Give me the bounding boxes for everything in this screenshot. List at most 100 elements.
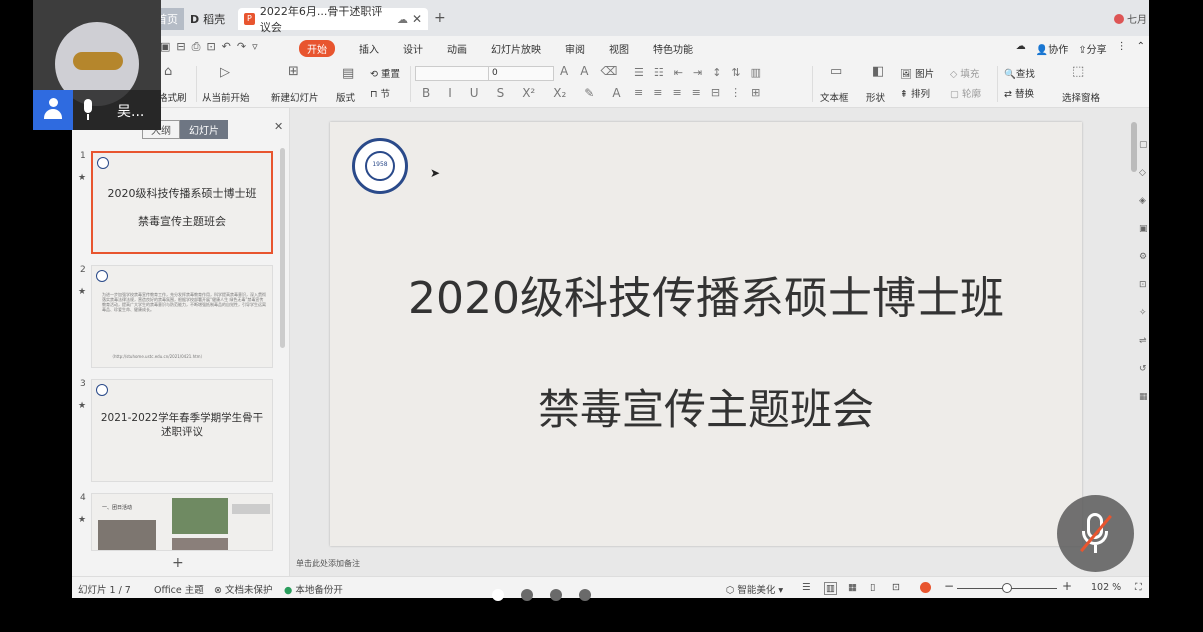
format-icon[interactable]: ◈: [1139, 196, 1146, 206]
outline-button[interactable]: ▢ 轮廓: [950, 86, 981, 100]
shape-label[interactable]: 形状: [866, 90, 885, 104]
participant-video-tile[interactable]: 吴...: [33, 0, 161, 130]
menu-animation[interactable]: 动画: [447, 41, 467, 56]
backup-icon[interactable]: ⊡: [1139, 280, 1147, 290]
undo-icon[interactable]: ↶: [222, 40, 231, 54]
strikethrough-icon[interactable]: S: [497, 86, 505, 100]
close-panel-icon[interactable]: ✕: [274, 120, 283, 133]
save-icon[interactable]: ▣: [160, 40, 170, 54]
new-slide-icon[interactable]: ⊞: [288, 64, 299, 79]
panel-scrollbar[interactable]: [280, 148, 285, 348]
format-painter-label[interactable]: 格式刷: [158, 90, 187, 104]
section-button[interactable]: ⊓ 节: [370, 86, 390, 100]
replace-button[interactable]: ⇄ 替换: [1004, 86, 1034, 100]
redo-icon[interactable]: ↷: [237, 40, 246, 54]
clear-format-icon[interactable]: ⌫: [600, 64, 617, 78]
increase-indent-icon[interactable]: ⇥: [693, 66, 702, 79]
menu-features[interactable]: 特色功能: [653, 41, 693, 56]
backup-status[interactable]: ● 本地备份开: [284, 582, 343, 596]
history-icon[interactable]: ↺: [1139, 364, 1147, 374]
thumbnail-image[interactable]: 2021-2022学年春季学期学生骨干 述职评议: [91, 379, 273, 482]
sorter-view-icon[interactable]: ▦: [848, 582, 857, 593]
select-pane-icon[interactable]: ⬚: [1072, 64, 1084, 79]
print-icon[interactable]: ⎙: [192, 40, 201, 54]
play-from-current-icon[interactable]: ▷: [220, 65, 230, 80]
text-direction-icon[interactable]: ⇅: [731, 66, 740, 79]
pager-dot-1[interactable]: [492, 589, 504, 601]
pager-dot-2[interactable]: [521, 589, 533, 601]
magic-icon[interactable]: ✧: [1139, 308, 1147, 318]
menu-design[interactable]: 设计: [403, 41, 423, 56]
textbox-label[interactable]: 文本框: [820, 90, 849, 104]
smart-art-icon[interactable]: ⊞: [751, 86, 760, 99]
zoom-out-icon[interactable]: −: [944, 579, 954, 593]
distribute-icon[interactable]: ⊟: [711, 86, 720, 99]
tab-slides[interactable]: 幻灯片: [180, 120, 228, 139]
property-icon[interactable]: ▢: [1139, 140, 1148, 150]
mute-microphone-button[interactable]: [1057, 495, 1134, 572]
animation-icon[interactable]: ◇: [1139, 168, 1146, 178]
play-from-current-label[interactable]: 从当前开始: [202, 90, 250, 104]
tab-document[interactable]: P 2022年6月...骨干述职评议会 ☁ ✕: [238, 5, 428, 34]
thumbnail-image[interactable]: 为进一步加强学校禁毒宣传教育工作，充分发挥禁毒教育作用，科学提高禁毒意识，深入贯…: [91, 265, 273, 368]
collaborate-button[interactable]: 👤协作: [1036, 41, 1068, 56]
fit-window-icon[interactable]: ⛶: [1135, 582, 1142, 593]
shadow-icon[interactable]: X²: [522, 86, 535, 100]
menu-review[interactable]: 审阅: [565, 41, 585, 56]
cloud-sync-icon[interactable]: ☁: [1016, 41, 1026, 56]
layout-icon[interactable]: ▤: [342, 66, 354, 81]
current-slide[interactable]: 1958 2020级科技传播系硕士博士班 禁毒宣传主题班会 ➤: [330, 122, 1082, 546]
normal-view-icon[interactable]: ▥: [824, 582, 837, 595]
reset-button[interactable]: ⟲ 重置: [370, 66, 400, 80]
preview-icon[interactable]: ⊡: [206, 40, 215, 54]
vertical-align-icon[interactable]: ⋮: [730, 86, 741, 99]
shape-icon[interactable]: ◧: [872, 64, 884, 79]
format-painter-icon[interactable]: ⌂: [164, 64, 172, 79]
adjust-icon[interactable]: ⇌: [1139, 336, 1147, 346]
justify-icon[interactable]: ≡: [692, 86, 701, 99]
notes-placeholder[interactable]: 单击此处添加备注: [296, 558, 360, 569]
line-spacing-icon[interactable]: ↕: [712, 66, 721, 79]
layout-label[interactable]: 版式: [336, 90, 355, 104]
font-family-select[interactable]: [415, 66, 489, 81]
pager-dot-3[interactable]: [550, 589, 562, 601]
close-tab-icon[interactable]: ✕: [412, 12, 422, 26]
new-slide-label[interactable]: 新建幻灯片: [271, 90, 319, 104]
zoom-level[interactable]: 102 %: [1091, 582, 1121, 593]
bullet-list-icon[interactable]: ☰: [634, 66, 644, 79]
font-size-select[interactable]: 0: [488, 66, 554, 81]
user-account[interactable]: 七月: [1114, 11, 1147, 26]
menu-insert[interactable]: 插入: [359, 41, 379, 56]
numbered-list-icon[interactable]: ☷: [654, 66, 664, 79]
zoom-slider-handle[interactable]: [1002, 583, 1012, 593]
menu-view[interactable]: 视图: [609, 41, 629, 56]
presenter-view-icon[interactable]: ⊡: [892, 582, 900, 593]
picture-button[interactable]: 🖼 图片: [900, 66, 934, 80]
italic-icon[interactable]: I: [448, 86, 452, 100]
tab-daoke[interactable]: D 稻壳: [188, 8, 238, 30]
pager-dot-4[interactable]: [579, 589, 591, 601]
doc-protect-status[interactable]: ⊗ 文档未保护: [214, 582, 273, 596]
menu-home[interactable]: 开始: [299, 39, 335, 57]
share-button[interactable]: ⇪分享: [1078, 41, 1106, 56]
theme-name[interactable]: Office 主题: [154, 582, 204, 596]
align-left-icon[interactable]: ≡: [634, 86, 643, 99]
textbox-icon[interactable]: ▭: [830, 64, 842, 79]
image-icon[interactable]: ▦: [1139, 392, 1148, 402]
new-tab-icon[interactable]: +: [434, 10, 446, 26]
smart-beautify-button[interactable]: ⬡ 智能美化 ▾: [726, 582, 783, 596]
more-icon[interactable]: ⋮: [1117, 41, 1127, 56]
play-slideshow-button[interactable]: [920, 582, 931, 593]
highlight-icon[interactable]: ✎: [584, 86, 594, 100]
customize-icon[interactable]: ▿: [252, 40, 258, 54]
add-slide-icon[interactable]: +: [172, 555, 184, 571]
reading-view-icon[interactable]: ▯: [870, 582, 875, 593]
menu-slideshow[interactable]: 幻灯片放映: [491, 41, 541, 56]
export-icon[interactable]: ⊟: [176, 40, 185, 54]
fill-button[interactable]: ◇ 填充: [950, 66, 979, 80]
slide-title[interactable]: 2020级科技传播系硕士博士班: [330, 262, 1082, 326]
font-color-icon[interactable]: A: [612, 86, 620, 100]
grow-font-icon[interactable]: A: [560, 64, 568, 78]
collapse-ribbon-icon[interactable]: ⌃: [1137, 41, 1145, 56]
settings-icon[interactable]: ⚙: [1139, 252, 1147, 262]
